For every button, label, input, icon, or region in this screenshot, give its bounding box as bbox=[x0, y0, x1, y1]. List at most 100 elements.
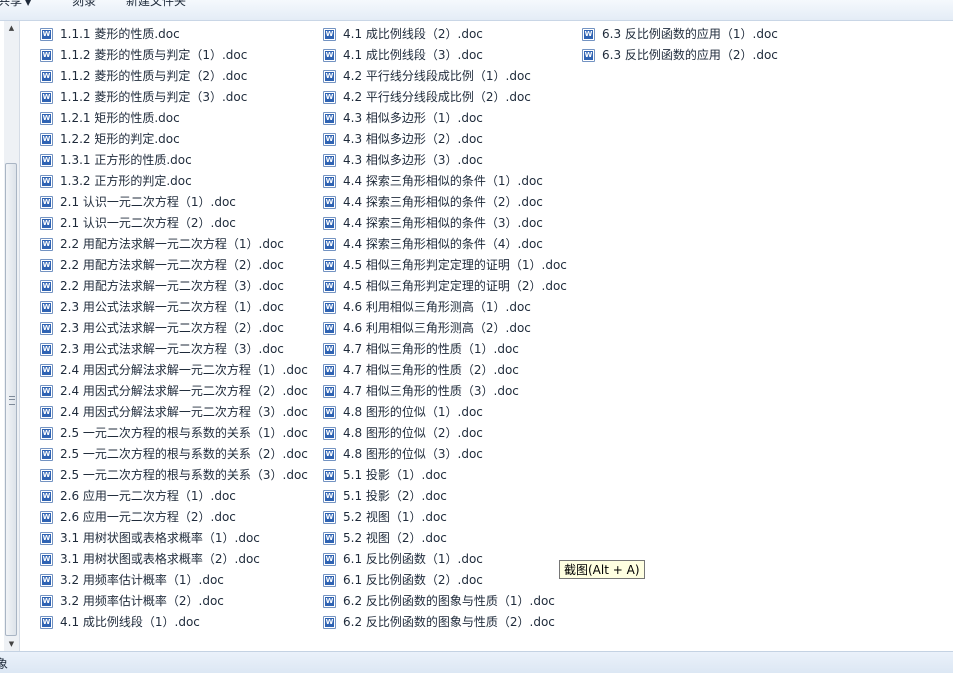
file-item[interactable]: 2.4 用因式分解法求解一元二次方程（1）.doc bbox=[40, 360, 308, 381]
file-item[interactable]: 2.3 用公式法求解一元二次方程（3）.doc bbox=[40, 339, 308, 360]
file-item[interactable]: 1.2.1 矩形的性质.doc bbox=[40, 108, 308, 129]
file-item[interactable]: 4.5 相似三角形判定定理的证明（1）.doc bbox=[323, 255, 567, 276]
file-item[interactable]: 2.5 一元二次方程的根与系数的关系（2）.doc bbox=[40, 444, 308, 465]
file-item[interactable]: 2.2 用配方法求解一元二次方程（1）.doc bbox=[40, 234, 308, 255]
file-item[interactable]: 2.3 用公式法求解一元二次方程（1）.doc bbox=[40, 297, 308, 318]
file-item[interactable]: 1.2.2 矩形的判定.doc bbox=[40, 129, 308, 150]
status-text: 象 bbox=[0, 657, 9, 671]
file-item[interactable]: 4.3 相似多边形（1）.doc bbox=[323, 108, 567, 129]
file-item[interactable]: 3.1 用树状图或表格求概率（1）.doc bbox=[40, 528, 308, 549]
word-document-icon bbox=[323, 112, 336, 125]
file-item[interactable]: 1.1.2 菱形的性质与判定（1）.doc bbox=[40, 45, 308, 66]
file-name: 4.1 成比例线段（3）.doc bbox=[343, 48, 483, 62]
file-item[interactable]: 2.5 一元二次方程的根与系数的关系（3）.doc bbox=[40, 465, 308, 486]
file-name: 1.3.1 正方形的性质.doc bbox=[60, 153, 192, 167]
word-document-icon bbox=[40, 112, 53, 125]
file-name: 3.1 用树状图或表格求概率（2）.doc bbox=[60, 552, 260, 566]
file-item[interactable]: 4.8 图形的位似（3）.doc bbox=[323, 444, 567, 465]
file-item[interactable]: 2.2 用配方法求解一元二次方程（2）.doc bbox=[40, 255, 308, 276]
file-item[interactable]: 4.4 探索三角形相似的条件（3）.doc bbox=[323, 213, 567, 234]
word-document-icon bbox=[40, 322, 53, 335]
file-item[interactable]: 4.3 相似多边形（3）.doc bbox=[323, 150, 567, 171]
file-item[interactable]: 4.8 图形的位似（1）.doc bbox=[323, 402, 567, 423]
file-item[interactable]: 5.1 投影（1）.doc bbox=[323, 465, 567, 486]
file-item[interactable]: 4.4 探索三角形相似的条件（2）.doc bbox=[323, 192, 567, 213]
file-name: 6.3 反比例函数的应用（2）.doc bbox=[602, 48, 778, 62]
file-name: 4.5 相似三角形判定定理的证明（1）.doc bbox=[343, 258, 567, 272]
file-item[interactable]: 6.3 反比例函数的应用（1）.doc bbox=[582, 24, 778, 45]
new-folder-button[interactable]: 新建文件夹 bbox=[126, 0, 186, 9]
word-document-icon bbox=[323, 553, 336, 566]
file-item[interactable]: 4.1 成比例线段（2）.doc bbox=[323, 24, 567, 45]
share-menu-button[interactable]: 共享 ▼ bbox=[0, 0, 31, 9]
file-item[interactable]: 4.4 探索三角形相似的条件（4）.doc bbox=[323, 234, 567, 255]
burn-button[interactable]: 刻录 bbox=[72, 0, 96, 9]
scroll-up-icon[interactable]: ▲ bbox=[4, 21, 19, 35]
file-item[interactable]: 4.1 成比例线段（3）.doc bbox=[323, 45, 567, 66]
file-name: 2.4 用因式分解法求解一元二次方程（1）.doc bbox=[60, 363, 308, 377]
file-item[interactable]: 4.7 相似三角形的性质（1）.doc bbox=[323, 339, 567, 360]
file-item[interactable]: 2.2 用配方法求解一元二次方程（3）.doc bbox=[40, 276, 308, 297]
file-name: 1.1.2 菱形的性质与判定（2）.doc bbox=[60, 69, 248, 83]
file-item[interactable]: 6.3 反比例函数的应用（2）.doc bbox=[582, 45, 778, 66]
word-document-icon bbox=[323, 616, 336, 629]
file-item[interactable]: 2.1 认识一元二次方程（1）.doc bbox=[40, 192, 308, 213]
file-item[interactable]: 5.2 视图（2）.doc bbox=[323, 528, 567, 549]
file-item[interactable]: 4.6 利用相似三角形测高（2）.doc bbox=[323, 318, 567, 339]
word-document-icon bbox=[323, 574, 336, 587]
scroll-down-icon[interactable]: ▼ bbox=[4, 637, 19, 651]
file-item[interactable]: 2.6 应用一元二次方程（1）.doc bbox=[40, 486, 308, 507]
file-item[interactable]: 5.2 视图（1）.doc bbox=[323, 507, 567, 528]
file-item[interactable]: 2.6 应用一元二次方程（2）.doc bbox=[40, 507, 308, 528]
file-name: 2.5 一元二次方程的根与系数的关系（1）.doc bbox=[60, 426, 308, 440]
file-item[interactable]: 4.4 探索三角形相似的条件（1）.doc bbox=[323, 171, 567, 192]
file-item[interactable]: 4.6 利用相似三角形测高（1）.doc bbox=[323, 297, 567, 318]
file-item[interactable]: 3.1 用树状图或表格求概率（2）.doc bbox=[40, 549, 308, 570]
file-item[interactable]: 1.1.1 菱形的性质.doc bbox=[40, 24, 308, 45]
file-name: 2.5 一元二次方程的根与系数的关系（3）.doc bbox=[60, 468, 308, 482]
file-item[interactable]: 1.3.2 正方形的判定.doc bbox=[40, 171, 308, 192]
file-name: 4.7 相似三角形的性质（1）.doc bbox=[343, 342, 519, 356]
file-item[interactable]: 4.5 相似三角形判定定理的证明（2）.doc bbox=[323, 276, 567, 297]
file-item[interactable]: 4.1 成比例线段（1）.doc bbox=[40, 612, 308, 633]
vertical-scrollbar[interactable]: ▲ ▼ bbox=[4, 21, 20, 651]
file-item[interactable]: 1.1.2 菱形的性质与判定（3）.doc bbox=[40, 87, 308, 108]
file-item[interactable]: 6.1 反比例函数（2）.doc bbox=[323, 570, 567, 591]
word-document-icon bbox=[323, 238, 336, 251]
file-item[interactable]: 4.8 图形的位似（2）.doc bbox=[323, 423, 567, 444]
word-document-icon bbox=[40, 427, 53, 440]
file-item[interactable]: 2.4 用因式分解法求解一元二次方程（3）.doc bbox=[40, 402, 308, 423]
file-item[interactable]: 4.2 平行线分线段成比例（1）.doc bbox=[323, 66, 567, 87]
file-item[interactable]: 6.1 反比例函数（1）.doc bbox=[323, 549, 567, 570]
file-name: 2.4 用因式分解法求解一元二次方程（2）.doc bbox=[60, 384, 308, 398]
file-name: 4.2 平行线分线段成比例（1）.doc bbox=[343, 69, 531, 83]
file-item[interactable]: 6.2 反比例函数的图象与性质（2）.doc bbox=[323, 612, 567, 633]
file-name: 2.3 用公式法求解一元二次方程（2）.doc bbox=[60, 321, 284, 335]
file-item[interactable]: 3.2 用频率估计概率（2）.doc bbox=[40, 591, 308, 612]
file-item[interactable]: 4.3 相似多边形（2）.doc bbox=[323, 129, 567, 150]
file-item[interactable]: 4.2 平行线分线段成比例（2）.doc bbox=[323, 87, 567, 108]
file-item[interactable]: 2.5 一元二次方程的根与系数的关系（1）.doc bbox=[40, 423, 308, 444]
file-item[interactable]: 1.3.1 正方形的性质.doc bbox=[40, 150, 308, 171]
file-name: 1.2.2 矩形的判定.doc bbox=[60, 132, 180, 146]
file-list: 1.1.1 菱形的性质.doc 1.1.2 菱形的性质与判定（1）.doc 1.1.… bbox=[20, 21, 953, 651]
file-name: 2.6 应用一元二次方程（2）.doc bbox=[60, 510, 236, 524]
file-item[interactable]: 1.1.2 菱形的性质与判定（2）.doc bbox=[40, 66, 308, 87]
file-item[interactable]: 2.4 用因式分解法求解一元二次方程（2）.doc bbox=[40, 381, 308, 402]
word-document-icon bbox=[582, 49, 595, 62]
file-name: 4.1 成比例线段（1）.doc bbox=[60, 615, 200, 629]
word-document-icon bbox=[40, 154, 53, 167]
file-item[interactable]: 3.2 用频率估计概率（1）.doc bbox=[40, 570, 308, 591]
file-name: 1.1.1 菱形的性质.doc bbox=[60, 27, 180, 41]
file-item[interactable]: 2.1 认识一元二次方程（2）.doc bbox=[40, 213, 308, 234]
file-item[interactable]: 4.7 相似三角形的性质（3）.doc bbox=[323, 381, 567, 402]
word-document-icon bbox=[323, 469, 336, 482]
file-item[interactable]: 5.1 投影（2）.doc bbox=[323, 486, 567, 507]
word-document-icon bbox=[323, 343, 336, 356]
word-document-icon bbox=[323, 511, 336, 524]
file-item[interactable]: 2.3 用公式法求解一元二次方程（2）.doc bbox=[40, 318, 308, 339]
word-document-icon bbox=[40, 595, 53, 608]
file-item[interactable]: 6.2 反比例函数的图象与性质（1）.doc bbox=[323, 591, 567, 612]
file-item[interactable]: 4.7 相似三角形的性质（2）.doc bbox=[323, 360, 567, 381]
scrollbar-thumb[interactable] bbox=[5, 163, 17, 636]
